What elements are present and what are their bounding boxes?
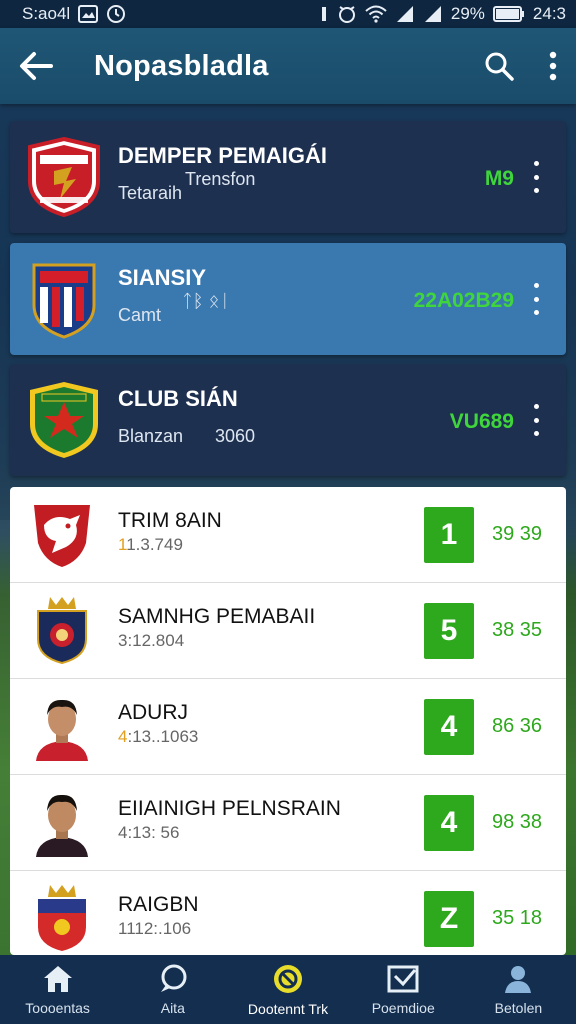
more-vert-icon	[549, 51, 557, 81]
rank-badge: 4	[424, 795, 474, 851]
status-bar: S:ao4l 29% 24:3	[0, 0, 576, 28]
player-avatar	[36, 699, 88, 761]
item-subtitle: 4:13..1063	[118, 727, 199, 746]
battery-icon	[492, 5, 525, 23]
nav-item-inbox[interactable]: Poemdioe	[346, 955, 461, 1024]
status-time: S:ao4l	[22, 4, 71, 23]
item-score: 38 35	[492, 619, 543, 641]
list-item[interactable]: RAIGBN 1112:.106 Z 35 18	[10, 871, 566, 955]
chat-icon	[160, 964, 187, 992]
list-item[interactable]: SAMNHG PEMABAII 3:12.804 5 38 35	[10, 583, 566, 679]
team-name: CLUB SIÁN	[118, 386, 238, 411]
item-name: ADURJ	[118, 701, 189, 724]
item-name: SAMNHG PEMABAII	[118, 605, 316, 628]
alarm-icon	[337, 4, 357, 24]
crest-icon	[37, 597, 87, 665]
nav-label: Poemdioe	[371, 999, 435, 1016]
card-more-button[interactable]	[526, 161, 546, 193]
team-detail: 3060	[215, 426, 256, 446]
nav-label: Betolen	[494, 999, 543, 1016]
nav-item-home[interactable]: Toooentas	[0, 955, 115, 1024]
wifi-icon	[365, 5, 387, 23]
list-item[interactable]: ADURJ 4:13..1063 4 86 36	[10, 679, 566, 775]
back-button[interactable]	[18, 51, 54, 81]
overflow-menu-button[interactable]	[548, 51, 558, 81]
item-name: TRIM 8AIN	[118, 509, 222, 532]
team-name: DEMPER PEMAIGÁI	[118, 143, 328, 168]
nav-label: Dootennt Trk	[247, 1000, 329, 1017]
rank-badge: 1	[424, 507, 474, 563]
featured-card[interactable]: DEMPER PEMAIGÁI Tetaraih Trensfon M9	[10, 121, 566, 233]
item-name: RAIGBN	[118, 893, 199, 916]
team-crest-icon	[28, 137, 100, 217]
search-icon	[485, 52, 514, 81]
team-detail: ᛏᛒ ᛟᛁ	[182, 291, 231, 311]
list-item[interactable]: TRIM 8AIN 11.3.749 1 39 39	[10, 487, 566, 583]
gallery-icon	[78, 5, 99, 23]
bull-icon	[34, 505, 90, 567]
team-subtitle: Tetaraih	[118, 183, 183, 203]
item-score: 86 36	[492, 715, 543, 737]
inbox-icon	[387, 965, 419, 992]
vibrate-icon	[319, 5, 329, 23]
home-icon	[43, 965, 72, 992]
rank-badge: Z	[424, 891, 474, 947]
nav-label: Toooentas	[25, 999, 90, 1016]
rank-badge: 4	[424, 699, 474, 755]
item-name: EIIAINIGH PELNSRAIN	[118, 797, 341, 820]
nav-item-chat[interactable]: Aita	[115, 955, 230, 1024]
item-score: 35 18	[492, 907, 543, 929]
team-name: SIANSIY	[118, 265, 207, 290]
featured-card-selected[interactable]: SIANSIY Camt ᛏᛒ ᛟᛁ 22A02B29	[10, 243, 566, 355]
team-crest-icon	[30, 382, 98, 458]
list-item[interactable]: EIIAINIGH PELNSRAIN 4:13: 56 4 98 38	[10, 775, 566, 871]
page-title: Nopasbladla	[94, 49, 269, 82]
card-more-button[interactable]	[526, 283, 546, 315]
search-button[interactable]	[484, 51, 514, 81]
item-subtitle: 3:12.804	[118, 631, 185, 650]
battery-percent: 29%	[450, 4, 485, 23]
item-subtitle: 11.3.749	[118, 535, 183, 554]
nav-item-profile[interactable]: Betolen	[461, 955, 576, 1024]
player-avatar	[36, 794, 88, 857]
item-score: 98 38	[492, 811, 543, 833]
crown-crest-icon	[38, 885, 86, 951]
featured-card[interactable]: CLUB SIÁN Blanzan 3060 VU689	[10, 364, 566, 476]
nav-item-active[interactable]: Dootennt Trk	[230, 955, 345, 1024]
ranking-list: TRIM 8AIN 11.3.749 1 39 39 SAMNHG PEMABA…	[10, 487, 566, 955]
sync-icon	[106, 4, 126, 24]
team-detail: Trensfon	[185, 169, 256, 189]
app-bar: Nopasbladla	[0, 28, 576, 104]
rank-badge: 5	[424, 603, 474, 659]
person-icon	[505, 965, 532, 993]
item-subtitle: 1112:.106	[118, 919, 192, 938]
card-more-button[interactable]	[526, 404, 546, 436]
signal-icon	[395, 5, 415, 23]
ball-icon	[274, 964, 302, 993]
signal-icon-2	[423, 5, 443, 23]
item-subtitle: 4:13: 56	[118, 823, 180, 842]
team-subtitle: Blanzan	[118, 426, 184, 446]
item-score: 39 39	[492, 523, 543, 545]
team-crest-icon	[32, 263, 96, 339]
bottom-nav: Toooentas Aita Dootennt Trk Poemdioe Bet…	[0, 955, 576, 1024]
status-clock: 24:3	[532, 4, 566, 23]
team-subtitle: Camt	[118, 305, 162, 325]
arrow-left-icon	[20, 52, 53, 80]
team-value: M9	[484, 167, 514, 190]
nav-label: Aita	[160, 999, 185, 1016]
team-value: 22A02B29	[413, 289, 514, 312]
team-value: VU689	[449, 410, 514, 433]
